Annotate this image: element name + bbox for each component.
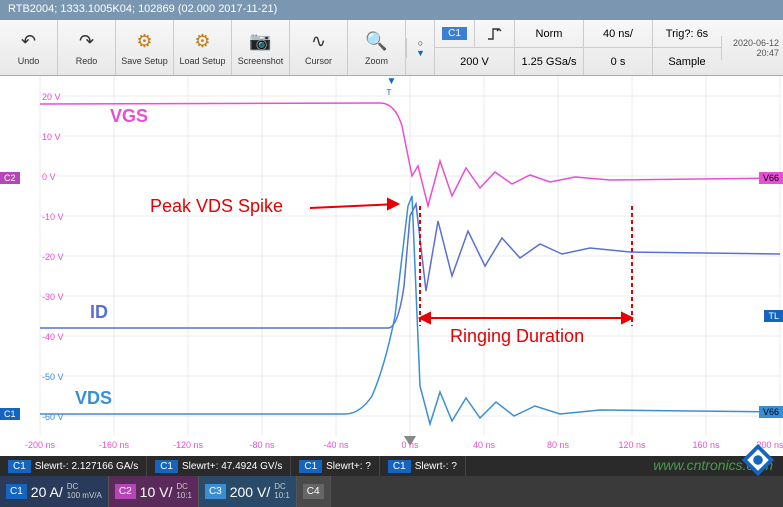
save-setup-button[interactable]: ⚙ Save Setup [116, 20, 174, 75]
c2-gnd-marker[interactable]: C2 [0, 172, 20, 184]
redo-label: Redo [76, 56, 98, 66]
screenshot-button[interactable]: 📷 Screenshot [232, 20, 290, 75]
c1-meas-badge-2: C1 [155, 460, 178, 473]
magnifier-icon: 🔍 [365, 30, 387, 54]
trigger-source[interactable]: C1 [434, 20, 474, 47]
undo-label: Undo [18, 56, 40, 66]
window-titlebar: RTB2004; 1333.1005K04; 102869 (02.000 20… [0, 0, 783, 20]
svg-text:-40 ns: -40 ns [323, 440, 349, 450]
undo-button[interactable]: ↶ Undo [0, 20, 58, 75]
timebase[interactable]: 40 ns/ [583, 20, 652, 47]
gear-folder-icon: ⚙ [194, 30, 210, 54]
load-setup-button[interactable]: ⚙ Load Setup [174, 20, 232, 75]
measurement-2[interactable]: C1Slewrt+: 47.4924 GV/s [147, 456, 291, 476]
datetime-display: 2020-06-12 20:47 [721, 36, 783, 60]
c1-meas-badge-4: C1 [388, 460, 411, 473]
channel-4[interactable]: C4 [297, 476, 331, 507]
svg-text:-50 V: -50 V [42, 372, 64, 382]
acquisition-mode[interactable]: Sample [652, 48, 721, 75]
time-text: 20:47 [726, 48, 779, 58]
svg-text:-80 ns: -80 ns [249, 440, 275, 450]
c1-meas-badge-3: C1 [299, 460, 322, 473]
trigger-position-marker[interactable]: ▼T [387, 76, 397, 98]
id-label: ID [90, 302, 108, 323]
trigger-mode[interactable]: Norm [514, 20, 583, 47]
channel-bar: C1 20 A/ DC100 mV/A C2 10 V/ DC10:1 C3 2… [0, 476, 783, 507]
c3-name: C3 [205, 484, 226, 499]
svg-text:-30 V: -30 V [42, 292, 64, 302]
zoom-button[interactable]: 🔍 Zoom [348, 20, 406, 75]
screenshot-label: Screenshot [238, 56, 284, 66]
v66-marker-a: V66 [759, 172, 783, 184]
c3-scale: 200 V/ [230, 484, 270, 500]
vds-label: VDS [75, 388, 112, 409]
load-setup-label: Load Setup [179, 56, 225, 66]
svg-text:-160 ns: -160 ns [99, 440, 130, 450]
toolbar: ↶ Undo ↷ Redo ⚙ Save Setup ⚙ Load Setup … [0, 20, 783, 76]
measurement-3[interactable]: C1Slewrt+: ? [291, 456, 380, 476]
vgs-label: VGS [110, 106, 148, 127]
date-text: 2020-06-12 [726, 38, 779, 48]
svg-text:-20 V: -20 V [42, 252, 64, 262]
trigger-level-indicator[interactable]: ○ ▼ [406, 38, 434, 58]
c1-meas-badge: C1 [8, 460, 31, 473]
trigger-edge[interactable] [474, 20, 514, 47]
v66-marker-b: V66 [759, 406, 783, 418]
svg-text:160 ns: 160 ns [692, 440, 720, 450]
svg-text:-120 ns: -120 ns [173, 440, 204, 450]
zoom-label: Zoom [365, 56, 388, 66]
acquisition-info: C1 Norm 40 ns/ Trig?: 6s 200 V 1.25 GSa/… [434, 20, 721, 75]
sample-rate: 1.25 GSa/s [514, 48, 583, 75]
peak-annotation: Peak VDS Spike [150, 196, 283, 217]
measurement-4[interactable]: C1Slewrt-: ? [380, 456, 466, 476]
redo-button[interactable]: ↷ Redo [58, 20, 116, 75]
redo-icon: ↷ [79, 30, 94, 54]
waveform-display[interactable]: ▼T 20 V10 V0 V-10 V-20 V-30 V-40 V -50 V… [0, 76, 783, 456]
cursor-button[interactable]: ∿ Cursor [290, 20, 348, 75]
measurement-1[interactable]: C1Slewrt-: 2.127166 GA/s [0, 456, 147, 476]
rising-edge-icon [487, 27, 503, 41]
undo-icon: ↶ [21, 30, 36, 54]
c2-name: C2 [115, 484, 136, 499]
title-text: RTB2004; 1333.1005K04; 102869 (02.000 20… [8, 3, 277, 15]
c2-scale: 10 V/ [140, 484, 173, 500]
save-setup-label: Save Setup [121, 56, 168, 66]
wave-icon: ∿ [311, 30, 326, 54]
trigger-level[interactable]: 200 V [434, 48, 514, 75]
channel-1[interactable]: C1 20 A/ DC100 mV/A [0, 476, 109, 507]
rs-logo-icon [739, 441, 777, 479]
svg-text:-40 V: -40 V [42, 332, 64, 342]
svg-text:0 V: 0 V [42, 172, 56, 182]
cursor-label: Cursor [305, 56, 332, 66]
trigger-status: Trig?: 6s [652, 20, 721, 47]
svg-text:80 ns: 80 ns [547, 440, 570, 450]
camera-icon: 📷 [249, 30, 271, 54]
svg-text:10 V: 10 V [42, 132, 61, 142]
svg-text:40 ns: 40 ns [473, 440, 496, 450]
svg-text:120 ns: 120 ns [618, 440, 646, 450]
horizontal-delay[interactable]: 0 s [583, 48, 652, 75]
svg-text:-200 ns: -200 ns [25, 440, 56, 450]
channel-2[interactable]: C2 10 V/ DC10:1 [109, 476, 199, 507]
ringing-annotation: Ringing Duration [450, 326, 584, 347]
c4-name: C4 [303, 484, 324, 499]
c1-name: C1 [6, 484, 27, 499]
gear-plus-icon: ⚙ [136, 30, 152, 54]
c1-gnd-marker[interactable]: C1 [0, 408, 20, 420]
tl-marker: TL [764, 310, 783, 322]
c1-scale: 20 A/ [31, 484, 63, 500]
svg-text:20 V: 20 V [42, 92, 61, 102]
c1-badge: C1 [442, 27, 467, 40]
plot-canvas: 20 V10 V0 V-10 V-20 V-30 V-40 V -50 V-60… [0, 76, 783, 456]
svg-text:-10 V: -10 V [42, 212, 64, 222]
channel-3[interactable]: C3 200 V/ DC10:1 [199, 476, 297, 507]
